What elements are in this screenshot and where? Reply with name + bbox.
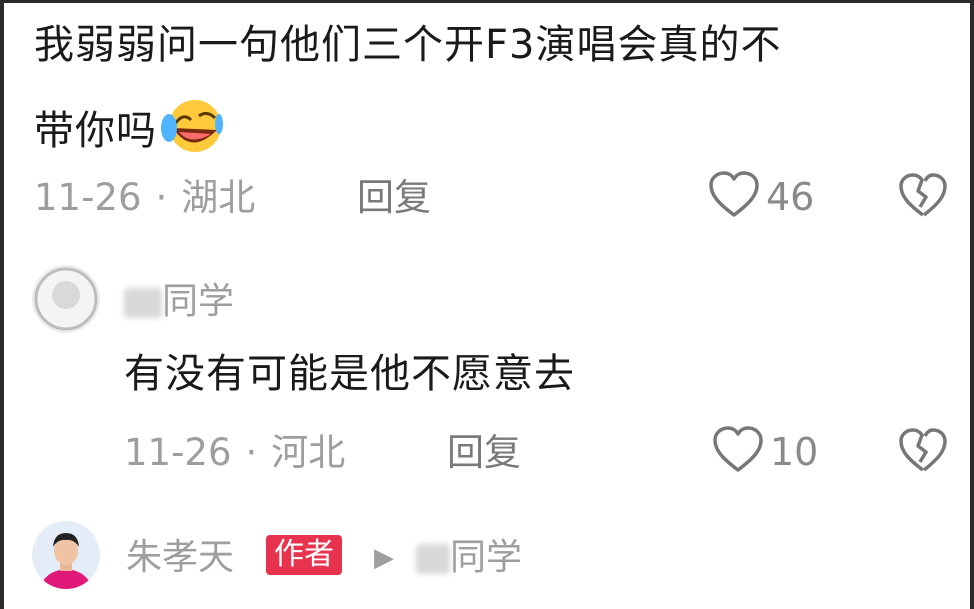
heart-outline-icon (708, 171, 760, 223)
comment-1-like-count: 46 (766, 175, 815, 219)
comment-1-date: 11-26 (34, 176, 142, 219)
comment-1-text: 我弱弱问一句他们三个开F3演唱会真的不 带你吗 (34, 20, 781, 168)
comment-2-reply-button[interactable]: 回复 (447, 431, 521, 475)
comment-1-reply-button[interactable]: 回复 (357, 176, 431, 220)
comment-2-meta: 11-26 · 河北 (124, 431, 345, 475)
comment-3-username[interactable]: 朱孝天 (126, 536, 234, 580)
comment-1-meta: 11-26 · 湖北 (34, 176, 255, 220)
reply-arrow-icon: ▶ (374, 543, 394, 573)
comment-2-like-count: 10 (770, 430, 819, 474)
blurred-name (124, 288, 162, 318)
comment-2-location: 河北 (271, 431, 346, 474)
comment-2-username[interactable]: 同学 (124, 280, 234, 324)
comment-2-dislike-button[interactable] (898, 428, 948, 478)
meta-separator: · (155, 176, 168, 219)
comment-section: 我弱弱问一句他们三个开F3演唱会真的不 带你吗 11-26 · 湖北 回复 46… (4, 3, 970, 609)
comment-2-text: 有没有可能是他不愿意去 (124, 351, 575, 397)
broken-heart-icon (898, 428, 948, 478)
meta-separator: · (245, 431, 258, 474)
comment-1-dislike-button[interactable] (898, 173, 948, 223)
comment-2-avatar[interactable] (32, 265, 100, 333)
comment-1-line2: 带你吗 (34, 108, 157, 154)
heart-outline-icon (712, 426, 764, 478)
comment-3-reply-to-user[interactable]: 同学 (416, 536, 522, 580)
comment-3-avatar[interactable] (32, 521, 100, 589)
comment-2-like-button[interactable]: 10 (712, 426, 818, 478)
comment-2-date: 11-26 (124, 431, 232, 474)
blurred-name (416, 544, 450, 574)
author-badge: 作者 (266, 535, 342, 575)
comment-1-line1: 我弱弱问一句他们三个开F3演唱会真的不 (34, 22, 782, 68)
comment-1-like-button[interactable]: 46 (708, 171, 814, 223)
laughing-crying-emoji-icon (161, 98, 223, 168)
broken-heart-icon (898, 173, 948, 223)
comment-1-location: 湖北 (181, 176, 256, 219)
